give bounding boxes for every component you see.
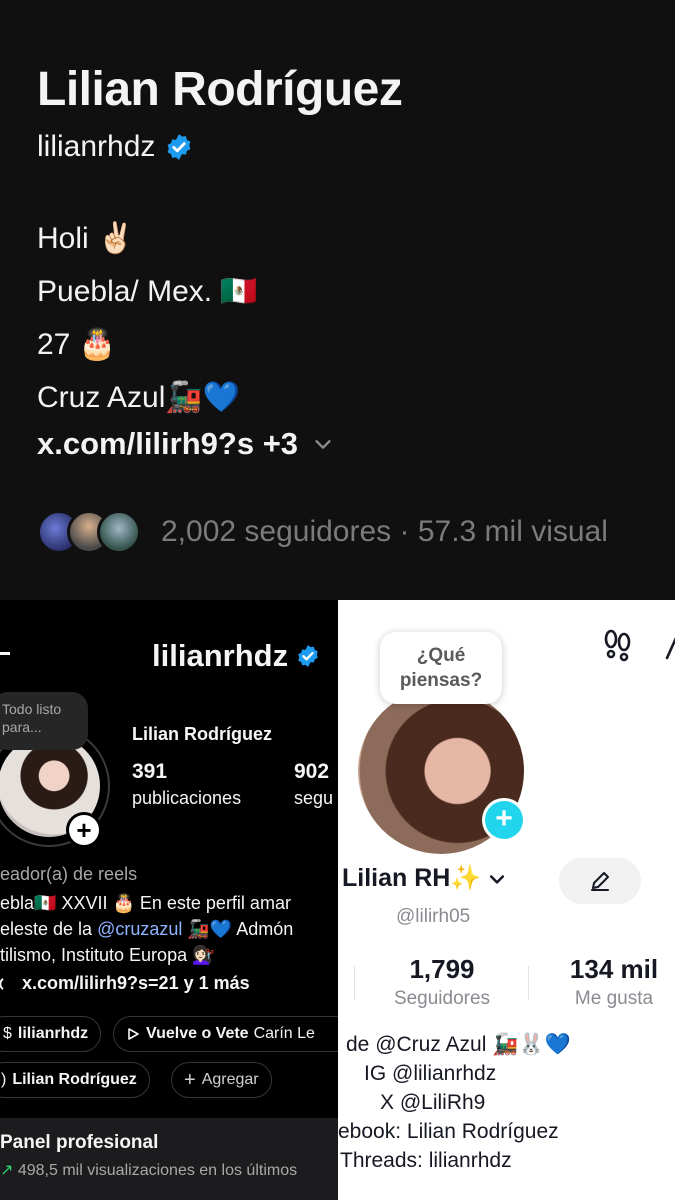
facebook-icon: )	[1, 1071, 7, 1088]
bio-line: ebook: Lilian Rodríguez	[338, 1120, 559, 1143]
edit-profile-button[interactable]	[559, 858, 641, 904]
profile-links[interactable]: x.com/lilirh9?s +3	[37, 426, 334, 462]
facebook-pill[interactable]: ) Lilian Rodríguez	[0, 1062, 150, 1098]
bio-line: IG @lilianrhdz	[364, 1062, 497, 1085]
profile-bio: de @Cruz Azul 🚂🐰💙 IG @lilianrhdz X @Lili…	[338, 1030, 675, 1175]
stat-value: 391	[132, 760, 168, 783]
profile-bio: ebla🇲🇽 XXVII 🎂 En este perfil amar elest…	[0, 890, 338, 968]
profile-name: Lilian Rodríguez	[37, 63, 403, 116]
handle-row: lilianrhdz	[37, 130, 193, 164]
professional-dashboard[interactable]: Panel profesional ↗ 498,5 mil visualizac…	[0, 1118, 338, 1200]
stat-label: Seguidores	[393, 988, 491, 1009]
pill-label: Agregar	[201, 1071, 259, 1088]
stat-divider	[528, 966, 529, 1000]
stat-value: 902	[294, 760, 330, 783]
stat-label: segu	[294, 788, 334, 808]
profile-category: eador(a) de reels	[0, 864, 138, 884]
profile-username[interactable]: lilianrhdz	[152, 638, 288, 674]
bio-line: eleste de la @cruzazul 🚂💙 Admón	[0, 916, 338, 942]
stat-label: Me gusta	[574, 988, 654, 1009]
bio-line: Threads: lilianrhdz	[340, 1149, 512, 1172]
name-row[interactable]: Lilian RH✨	[342, 864, 507, 893]
panel-title: Panel profesional	[0, 1132, 159, 1153]
menu-icon[interactable]	[664, 636, 675, 660]
bio-line: X @LiliRh9	[380, 1091, 486, 1114]
bio-text: 🚂💙 Admón	[187, 919, 294, 939]
stat-value: 134 mil	[569, 954, 659, 984]
pencil-icon	[591, 872, 609, 891]
add-story-button[interactable]: +	[482, 798, 526, 842]
bio-line: ebla🇲🇽 XXVII 🎂 En este perfil amar	[0, 893, 291, 913]
pill-label: lilianrhdz	[17, 1025, 89, 1042]
follower-avatar	[97, 510, 141, 554]
profile-name: Lilian RH✨	[342, 864, 482, 892]
likes-stat[interactable]: 134 mil Me gusta	[552, 954, 675, 1010]
profile-full-name: Lilian Rodríguez	[132, 724, 273, 744]
footprints-icon[interactable]	[600, 628, 634, 662]
followers-stat[interactable]: 902 segu	[294, 760, 333, 809]
followers-count[interactable]: 2,002 seguidores · 57.3 mil visual	[161, 515, 608, 549]
threads-profile-screenshot: Lilian Rodríguez lilianrhdz Holi ✌🏻 Pueb…	[0, 0, 675, 600]
note-bubble[interactable]: ¿Qué piensas?	[380, 632, 502, 704]
song-artist: Carín Le	[253, 1025, 315, 1042]
followers-row[interactable]: 2,002 seguidores · 57.3 mil visual	[37, 510, 608, 554]
stat-label: publicaciones	[132, 788, 242, 808]
bio-line: Holi ✌🏻	[37, 222, 135, 255]
note-bubble[interactable]: Todo listo para...	[0, 692, 88, 750]
plus-icon: +	[69, 815, 99, 845]
bio-line: tilismo, Instituto Europa 💇🏻‍♀️	[0, 945, 215, 965]
profile-link[interactable]: x.com/lilirh9?s +3	[37, 426, 298, 462]
link-icon	[0, 977, 4, 990]
pill-label: Lilian Rodríguez	[12, 1071, 137, 1088]
verified-badge-icon	[298, 645, 318, 667]
song-title: Vuelve o Vete	[146, 1025, 249, 1042]
add-link-pill[interactable]: + Agregar	[171, 1062, 272, 1098]
threads-icon: $	[3, 1025, 12, 1042]
verified-badge-icon	[167, 134, 191, 160]
music-pill[interactable]: Vuelve o Vete Carín Le	[113, 1016, 338, 1052]
add-story-button[interactable]: +	[66, 812, 102, 848]
bio-text: eleste de la	[0, 919, 93, 939]
chevron-down-icon	[490, 874, 505, 884]
profile-handle: @lilirh05	[396, 906, 471, 927]
mention-link[interactable]: @cruzazul	[97, 919, 182, 939]
bio-line: 27 🎂	[37, 328, 117, 361]
followers-stat[interactable]: 1,799 Seguidores	[382, 954, 502, 1010]
bio-line: de @Cruz Azul 🚂🐰💙	[346, 1033, 571, 1056]
plus-icon: +	[184, 1068, 196, 1091]
trend-up-icon: ↗	[0, 1162, 14, 1179]
profile-bio: Holi ✌🏻 Puebla/ Mex. 🇲🇽 27 🎂 Cruz Azul🚂💙	[37, 212, 258, 424]
bio-line: Cruz Azul🚂💙	[37, 381, 241, 414]
bio-line: Puebla/ Mex. 🇲🇽	[37, 275, 258, 308]
stat-value: 1,799	[409, 954, 475, 984]
profile-link[interactable]: x.com/lilirh9?s=21 y 1 más	[22, 973, 250, 994]
chevron-down-icon	[315, 440, 331, 449]
profile-handle: lilianrhdz	[37, 130, 156, 163]
username-row[interactable]: lilianrhdz	[152, 638, 320, 674]
panel-views: 498,5 mil visualizaciones en los últimos	[17, 1162, 298, 1179]
instagram-profile-screenshot: lilianrhdz Todo listo para... + Lilian R…	[0, 600, 338, 1200]
profile-link-row[interactable]: x.com/lilirh9?s=21 y 1 más	[0, 973, 250, 994]
threads-pill[interactable]: $ lilianrhdz	[0, 1016, 102, 1052]
tiktok-profile-screenshot: ¿Qué piensas? + Lilian RH✨ @lilirh05 1,7…	[338, 600, 675, 1200]
stat-divider	[354, 966, 355, 1000]
play-icon	[128, 1028, 139, 1040]
panel-subtitle: ↗ 498,5 mil visualizaciones en los últim…	[0, 1160, 338, 1180]
posts-stat[interactable]: 391 publicaciones	[132, 760, 241, 809]
plus-icon: +	[485, 801, 523, 839]
back-icon[interactable]	[0, 652, 10, 655]
